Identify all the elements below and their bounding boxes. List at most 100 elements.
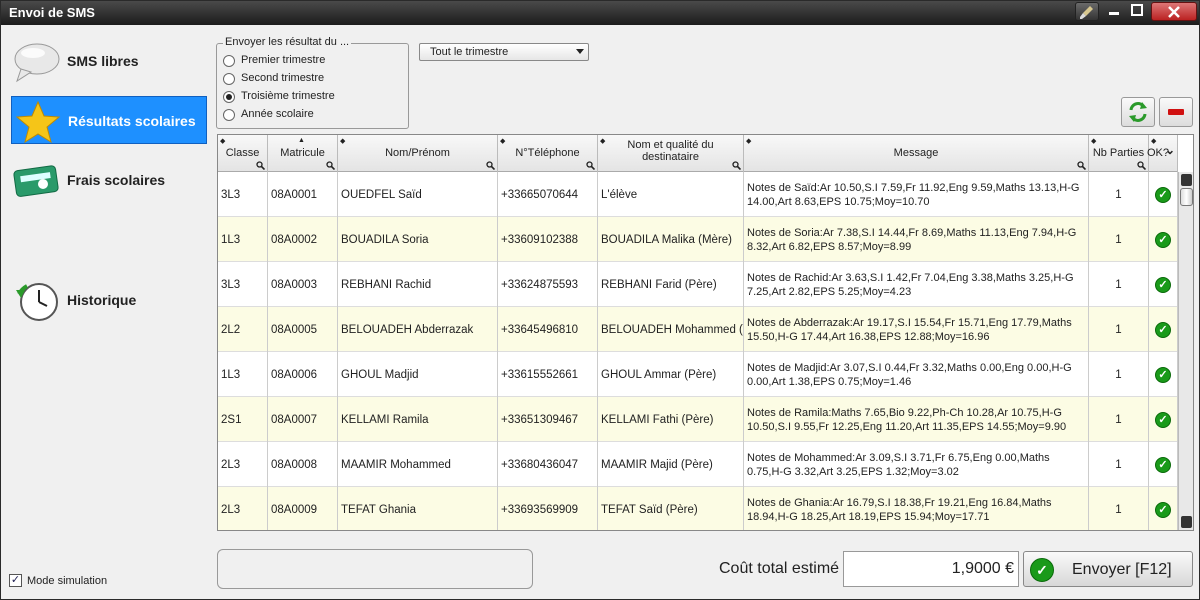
column-header-message[interactable]: ◆ Message <box>744 135 1089 172</box>
cell-ok: ✓ <box>1149 217 1178 262</box>
sort-icon[interactable]: ◆ <box>1091 137 1096 145</box>
sort-icon[interactable]: ▲ <box>298 137 305 144</box>
send-button[interactable]: ✓ Envoyer [F12] <box>1023 551 1193 587</box>
cell-classe: 1L3 <box>218 217 268 262</box>
cell-dest: TEFAT Saïd (Père) <box>598 487 744 530</box>
filter-search-icon[interactable] <box>732 161 741 170</box>
scroll-thumb[interactable] <box>1180 188 1193 206</box>
cell-ok: ✓ <box>1149 172 1178 217</box>
delete-button[interactable] <box>1159 97 1193 127</box>
sort-icon[interactable]: ◆ <box>340 137 345 145</box>
table-row[interactable]: 2L3 08A0008 MAAMIR Mohammed +33680436047 MAA… <box>218 442 1178 487</box>
cell-classe: 3L3 <box>218 172 268 217</box>
table-row[interactable]: 2L2 08A0005 BELOUADEH Abderrazak +336454968… <box>218 307 1178 352</box>
filter-search-icon[interactable] <box>1137 161 1146 170</box>
brush-icon[interactable] <box>1075 2 1099 21</box>
table-row[interactable]: 3L3 08A0003 REBHANI Rachid +33624875593 REBH… <box>218 262 1178 307</box>
cell-message: Notes de Abderrazak:Ar 19.17,S.I 15.54,F… <box>744 307 1089 352</box>
cell-matricule: 08A0006 <box>268 352 338 397</box>
column-header-ok[interactable]: ◆ OK? ⌄ <box>1147 135 1178 172</box>
checkmark-icon: ✓ <box>1155 501 1171 518</box>
vertical-scrollbar[interactable] <box>1178 172 1193 530</box>
column-header-nom[interactable]: ◆ Nom/Prénom <box>338 135 498 172</box>
cell-nom: KELLAMI Ramila <box>338 397 498 442</box>
cell-message: Notes de Mohammed:Ar 3.09,S.I 3.71,Fr 6.… <box>744 442 1089 487</box>
checkmark-icon: ✓ <box>1030 558 1054 582</box>
sort-icon[interactable]: ◆ <box>746 137 751 145</box>
cell-matricule: 08A0009 <box>268 487 338 530</box>
cell-tel: +33693569909 <box>498 487 598 530</box>
select-value: Tout le trimestre <box>430 46 509 58</box>
column-header-matricule[interactable]: ▲ Matricule <box>268 135 338 172</box>
sort-icon[interactable]: ◆ <box>1151 137 1156 145</box>
radio-button[interactable] <box>223 73 235 85</box>
cell-parties: 1 <box>1089 352 1149 397</box>
sort-icon[interactable]: ◆ <box>220 137 225 145</box>
refresh-icon <box>1129 102 1147 122</box>
refresh-button[interactable] <box>1121 97 1155 127</box>
cell-tel: +33651309467 <box>498 397 598 442</box>
table-row[interactable]: 1L3 08A0002 BOUADILA Soria +33609102388 BOUA… <box>218 217 1178 262</box>
table-row[interactable]: 2L3 08A0009 TEFAT Ghania +33693569909 TEFAT … <box>218 487 1178 530</box>
cell-message: Notes de Ramila:Maths 7.65,Bio 9.22,Ph-C… <box>744 397 1089 442</box>
cell-classe: 2S1 <box>218 397 268 442</box>
cell-dest: KELLAMI Fathi (Père) <box>598 397 744 442</box>
column-header-parties[interactable]: ◆ Nb Parties <box>1089 135 1149 172</box>
scroll-down-arrow[interactable] <box>1181 516 1192 528</box>
table-row[interactable]: 2S1 08A0007 KELLAMI Ramila +33651309467 KELL… <box>218 397 1178 442</box>
radio-label: Troisième trimestre <box>241 90 335 102</box>
results-table: ◆ Classe ▲ Matricule ◆ Nom/Prénom ◆ N°Téléphone… <box>217 134 1194 531</box>
maximize-button[interactable] <box>1125 2 1149 21</box>
cell-message: Notes de Rachid:Ar 3.63,S.I 1.42,Fr 7.04… <box>744 262 1089 307</box>
main-window: Envoi de SMS SMS libres Résultats scolai… <box>0 0 1200 600</box>
table-row[interactable]: 1L3 08A0006 GHOUL Madjid +33615552661 GHOUL … <box>218 352 1178 397</box>
filter-search-icon[interactable] <box>326 161 335 170</box>
filter-search-icon[interactable] <box>486 161 495 170</box>
radio-button[interactable] <box>223 55 235 67</box>
cell-matricule: 08A0008 <box>268 442 338 487</box>
cell-tel: +33615552661 <box>498 352 598 397</box>
table-header: ◆ Classe ▲ Matricule ◆ Nom/Prénom ◆ N°Téléphone… <box>218 135 1178 172</box>
cell-tel: +33665070644 <box>498 172 598 217</box>
cell-tel: +33680436047 <box>498 442 598 487</box>
filter-search-icon[interactable] <box>256 161 265 170</box>
cell-parties: 1 <box>1089 487 1149 530</box>
chevron-down-icon[interactable]: ⌄ <box>1165 143 1175 157</box>
column-header-tel[interactable]: ◆ N°Téléphone <box>498 135 598 172</box>
radio-label: Second trimestre <box>241 72 325 84</box>
scroll-up-arrow[interactable] <box>1181 174 1192 186</box>
cell-ok: ✓ <box>1149 442 1178 487</box>
title-bar: Envoi de SMS <box>1 1 1199 25</box>
checkmark-icon: ✓ <box>1155 276 1171 293</box>
cell-dest: BOUADILA Malika (Mère) <box>598 217 744 262</box>
sidebar-item-frais-scolaires[interactable]: Frais scolaires <box>11 156 207 204</box>
sidebar-item-resultats-scolaires[interactable]: Résultats scolaires <box>11 96 207 144</box>
column-header-dest[interactable]: ◆ Nom et qualité du destinataire <box>598 135 744 172</box>
sidebar-item-sms-libres[interactable]: SMS libres <box>11 37 207 85</box>
radio-button[interactable] <box>223 91 235 103</box>
cell-parties: 1 <box>1089 397 1149 442</box>
cost-label: Coût total estimé <box>719 560 840 577</box>
cell-message: Notes de Ghania:Ar 16.79,S.I 18.38,Fr 19… <box>744 487 1089 530</box>
column-header-label: Classe <box>225 147 260 159</box>
sidebar-item-historique[interactable]: Historique <box>11 276 207 324</box>
checkbox[interactable]: ✓ <box>9 574 22 587</box>
sidebar-item-label: Résultats scolaires <box>68 113 196 129</box>
column-header-classe[interactable]: ◆ Classe <box>218 135 268 172</box>
table-row[interactable]: 3L3 08A0001 OUEDFEL Saïd +33665070644 L'élèv… <box>218 172 1178 217</box>
sort-icon[interactable]: ◆ <box>500 137 505 145</box>
checkmark-icon: ✓ <box>1155 411 1171 428</box>
cell-nom: BOUADILA Soria <box>338 217 498 262</box>
minimize-button[interactable] <box>1103 2 1125 21</box>
cell-nom: OUEDFEL Saïd <box>338 172 498 217</box>
speech-bubble-icon <box>14 43 60 83</box>
cell-matricule: 08A0005 <box>268 307 338 352</box>
filter-search-icon[interactable] <box>1077 161 1086 170</box>
cell-tel: +33624875593 <box>498 262 598 307</box>
close-button[interactable] <box>1151 2 1197 21</box>
filter-search-icon[interactable] <box>586 161 595 170</box>
period-scope-select[interactable]: Tout le trimestre <box>419 43 589 61</box>
cell-nom: REBHANI Rachid <box>338 262 498 307</box>
radio-button[interactable] <box>223 109 235 121</box>
cell-parties: 1 <box>1089 262 1149 307</box>
